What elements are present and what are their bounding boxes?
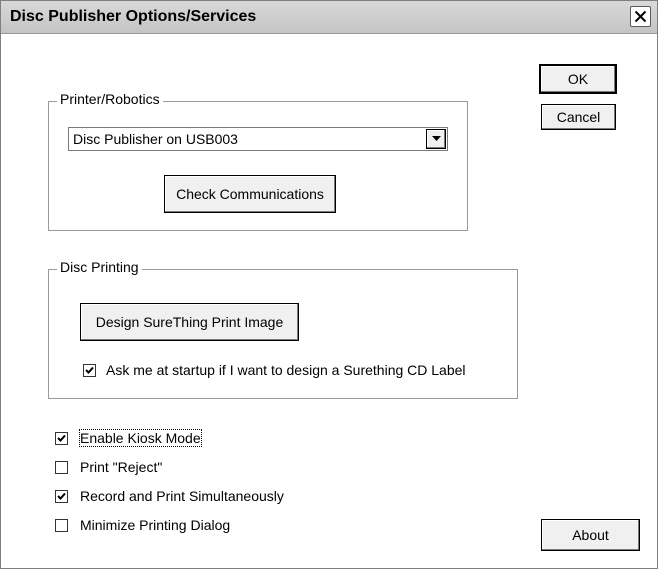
checkmark-icon (57, 434, 66, 442)
printer-robotics-group-label: Printer/Robotics (57, 91, 163, 107)
check-communications-button[interactable]: Check Communications (164, 175, 336, 213)
ask-at-startup-checkbox-row[interactable]: Ask me at startup if I want to design a … (83, 362, 466, 378)
ask-at-startup-checkbox[interactable] (83, 363, 96, 377)
checkmark-icon (85, 366, 94, 374)
ask-at-startup-checkbox-label: Ask me at startup if I want to design a … (106, 362, 466, 378)
checkmark-icon (57, 492, 66, 500)
about-button[interactable]: About (541, 519, 640, 551)
chevron-down-icon (431, 136, 441, 141)
cancel-button[interactable]: Cancel (541, 104, 616, 130)
minimize-printing-dialog-checkbox[interactable] (55, 518, 68, 532)
cancel-button-label: Cancel (556, 109, 601, 125)
design-surething-print-image-button-label: Design SureThing Print Image (95, 314, 284, 330)
close-icon (634, 10, 647, 23)
ok-button-label: OK (567, 71, 589, 87)
printer-select-dropdown-button[interactable] (426, 129, 446, 149)
record-and-print-simultaneously-checkbox-row[interactable]: Record and Print Simultaneously (55, 488, 284, 504)
enable-kiosk-mode-checkbox-label: Enable Kiosk Mode (79, 429, 202, 447)
about-button-label: About (572, 527, 609, 543)
check-communications-button-label: Check Communications (176, 186, 324, 202)
disc-printing-group-label: Disc Printing (57, 259, 142, 275)
enable-kiosk-mode-checkbox-row[interactable]: Enable Kiosk Mode (55, 429, 202, 447)
printer-select[interactable]: Disc Publisher on USB003 (68, 127, 448, 151)
design-surething-print-image-button[interactable]: Design SureThing Print Image (80, 303, 299, 341)
minimize-printing-dialog-checkbox-label: Minimize Printing Dialog (80, 517, 231, 533)
ok-button[interactable]: OK (539, 64, 617, 94)
minimize-printing-dialog-checkbox-row[interactable]: Minimize Printing Dialog (55, 517, 230, 533)
window-title: Disc Publisher Options/Services (10, 8, 257, 25)
close-button[interactable] (630, 6, 651, 27)
print-reject-checkbox[interactable] (55, 460, 68, 474)
title-bar[interactable]: Disc Publisher Options/Services (1, 1, 657, 34)
record-and-print-simultaneously-checkbox[interactable] (55, 489, 68, 503)
enable-kiosk-mode-checkbox[interactable] (55, 431, 68, 445)
print-reject-checkbox-label: Print "Reject" (80, 459, 163, 475)
options-dialog: Disc Publisher Options/Services OK Cance… (0, 0, 658, 569)
print-reject-checkbox-row[interactable]: Print "Reject" (55, 459, 162, 475)
printer-select-value: Disc Publisher on USB003 (73, 131, 238, 147)
record-and-print-simultaneously-checkbox-label: Record and Print Simultaneously (80, 488, 284, 504)
